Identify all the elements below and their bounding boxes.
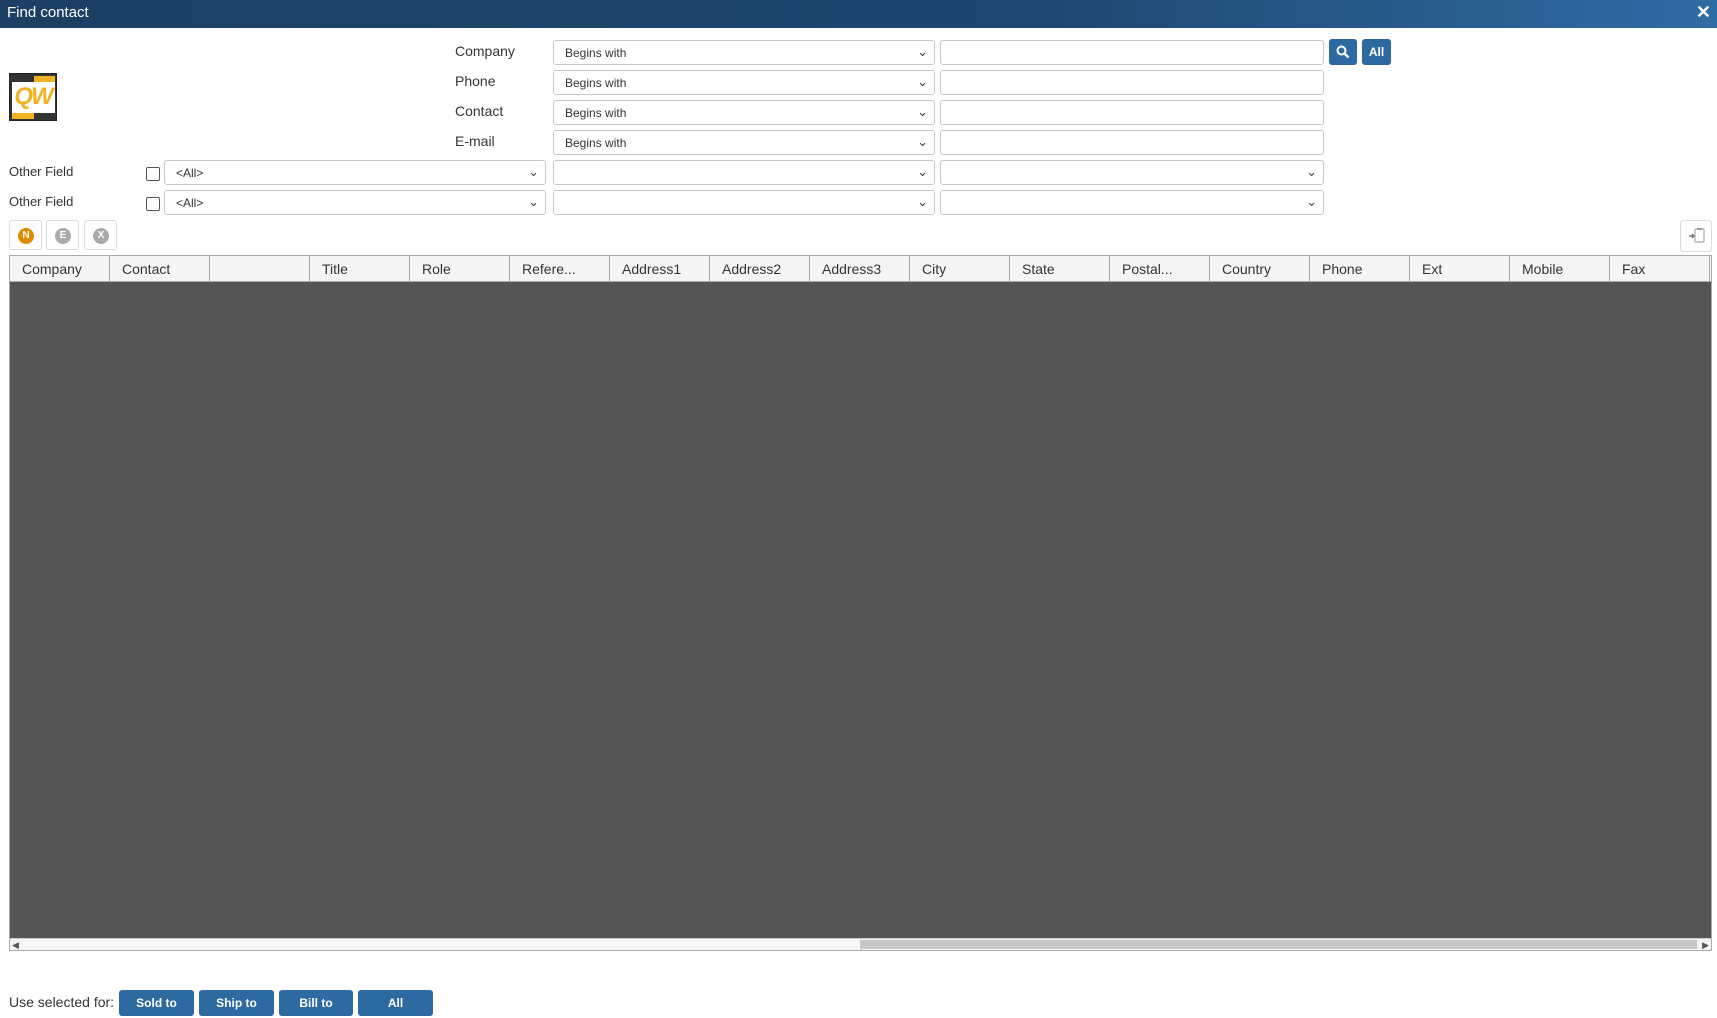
- chevron-down-icon: ⌄: [917, 74, 928, 89]
- chevron-down-icon: ⌄: [1306, 164, 1317, 179]
- window-title: Find contact: [7, 4, 89, 21]
- company-operator-select[interactable]: Begins with ⌄: [553, 40, 935, 65]
- chevron-down-icon: ⌄: [917, 134, 928, 149]
- horizontal-scrollbar[interactable]: ◀ ▶: [10, 938, 1711, 950]
- clipboard-import-icon: [1689, 228, 1705, 243]
- scrollbar-track: [23, 939, 861, 950]
- scrollbar-thumb[interactable]: [861, 940, 1697, 949]
- column-header[interactable]: Contact: [110, 256, 210, 281]
- selected-value: Begins with: [565, 136, 627, 150]
- all-button[interactable]: All: [358, 990, 433, 1016]
- search-icon: [1336, 45, 1350, 59]
- selected-value: Begins with: [565, 76, 627, 90]
- company-label: Company: [455, 43, 515, 59]
- ship-to-button[interactable]: Ship to: [199, 990, 274, 1016]
- other-field-checkbox[interactable]: [146, 167, 160, 181]
- email-label: E-mail: [455, 133, 495, 149]
- use-selected-label: Use selected for:: [9, 994, 115, 1010]
- chevron-down-icon: ⌄: [1306, 194, 1317, 209]
- title-bar: Find contact ✕: [0, 0, 1717, 28]
- other-field-select[interactable]: <All> ⌄: [164, 190, 546, 215]
- column-header[interactable]: Address2: [710, 256, 810, 281]
- new-icon: N: [18, 228, 34, 244]
- scroll-left-icon[interactable]: ◀: [12, 940, 19, 951]
- search-button[interactable]: [1329, 39, 1357, 65]
- phone-label: Phone: [455, 73, 496, 89]
- contact-input[interactable]: [940, 100, 1324, 125]
- other-field-select[interactable]: <All> ⌄: [164, 160, 546, 185]
- other-field-operator-select[interactable]: ⌄: [553, 160, 935, 185]
- delete-icon: X: [93, 228, 109, 244]
- other-field-operator-select[interactable]: ⌄: [553, 190, 935, 215]
- email-input[interactable]: [940, 130, 1324, 155]
- scroll-right-icon[interactable]: ▶: [1702, 940, 1709, 951]
- column-header[interactable]: [210, 256, 310, 281]
- column-header[interactable]: Company: [10, 256, 110, 281]
- column-header[interactable]: Role: [410, 256, 510, 281]
- column-header[interactable]: Address3: [810, 256, 910, 281]
- edit-button[interactable]: E: [46, 220, 79, 250]
- new-button[interactable]: N: [9, 220, 42, 250]
- other-field-value-select[interactable]: ⌄: [940, 160, 1324, 185]
- chevron-down-icon: ⌄: [528, 164, 539, 179]
- export-button[interactable]: [1680, 220, 1712, 252]
- column-header[interactable]: City: [910, 256, 1010, 281]
- bill-to-button[interactable]: Bill to: [279, 990, 353, 1016]
- all-search-button[interactable]: All: [1362, 39, 1391, 65]
- chevron-down-icon: ⌄: [917, 44, 928, 59]
- column-header[interactable]: Postal...: [1110, 256, 1210, 281]
- column-header[interactable]: State: [1010, 256, 1110, 281]
- logo: QW: [9, 73, 57, 121]
- delete-button[interactable]: X: [84, 220, 117, 250]
- other-field-checkbox[interactable]: [146, 197, 160, 211]
- contact-operator-select[interactable]: Begins with ⌄: [553, 100, 935, 125]
- contact-label: Contact: [455, 103, 504, 119]
- chevron-down-icon: ⌄: [917, 104, 928, 119]
- column-header[interactable]: Refere...: [510, 256, 610, 281]
- chevron-down-icon: ⌄: [917, 164, 928, 179]
- column-header[interactable]: Title: [310, 256, 410, 281]
- phone-input[interactable]: [940, 70, 1324, 95]
- chevron-down-icon: ⌄: [917, 194, 928, 209]
- column-header[interactable]: Phone: [1310, 256, 1410, 281]
- column-header[interactable]: Fax: [1610, 256, 1710, 281]
- close-icon[interactable]: ✕: [1696, 2, 1711, 23]
- other-field-label: Other Field: [9, 164, 74, 179]
- phone-operator-select[interactable]: Begins with ⌄: [553, 70, 935, 95]
- grid-body[interactable]: [10, 282, 1711, 938]
- contacts-grid: Company Contact Title Role Refere... Address1…: [9, 255, 1712, 951]
- column-header[interactable]: Ext: [1410, 256, 1510, 281]
- company-input[interactable]: [940, 40, 1324, 65]
- selected-value: Begins with: [565, 46, 627, 60]
- column-header[interactable]: Mobile: [1510, 256, 1610, 281]
- selected-value: <All>: [176, 166, 204, 180]
- email-operator-select[interactable]: Begins with ⌄: [553, 130, 935, 155]
- other-field-label: Other Field: [9, 194, 74, 209]
- column-header[interactable]: Address1: [610, 256, 710, 281]
- selected-value: Begins with: [565, 106, 627, 120]
- edit-icon: E: [55, 228, 71, 244]
- other-field-value-select[interactable]: ⌄: [940, 190, 1324, 215]
- selected-value: <All>: [176, 196, 204, 210]
- sold-to-button[interactable]: Sold to: [119, 990, 194, 1016]
- grid-header: Company Contact Title Role Refere... Address1…: [10, 256, 1711, 282]
- column-header[interactable]: Country: [1210, 256, 1310, 281]
- chevron-down-icon: ⌄: [528, 194, 539, 209]
